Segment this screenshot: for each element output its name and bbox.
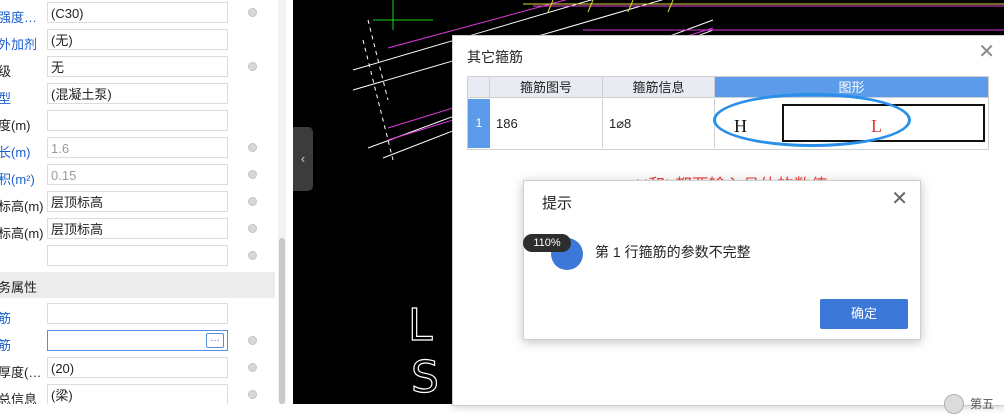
ok-button[interactable]: 确定	[820, 299, 908, 329]
lock-dot-icon[interactable]	[248, 170, 257, 179]
ellipsis-button[interactable]: …	[206, 333, 224, 348]
property-label: 型	[0, 91, 12, 106]
property-label: 外加剂	[0, 37, 38, 52]
property-label: 筋	[0, 311, 12, 326]
property-row[interactable]: 总信息 (梁)	[0, 384, 275, 404]
property-row[interactable]: 强度… (C30)	[0, 2, 275, 29]
property-row[interactable]: 厚度(… (20)	[0, 357, 275, 384]
property-value[interactable]: 无	[47, 56, 228, 77]
column-header[interactable]: 箍筋信息	[603, 77, 715, 98]
lock-dot-icon[interactable]	[248, 62, 257, 71]
zoom-badge: 110%	[523, 234, 571, 252]
section-title: 务属性	[0, 280, 38, 295]
property-value[interactable]	[47, 245, 228, 266]
lock-dot-icon[interactable]	[248, 143, 257, 152]
property-row[interactable]: 型 (混凝土泵)	[0, 83, 275, 110]
hint-message: 第 1 行箍筋的参数不完整	[595, 244, 751, 260]
property-label: 厚度(…	[0, 365, 42, 380]
highlight-ellipse	[713, 93, 911, 147]
property-row[interactable]: 长(m) 1.6	[0, 137, 275, 164]
dialog-title: 其它箍筋	[467, 49, 523, 65]
property-value[interactable]: 层顶标高	[47, 218, 228, 239]
property-row[interactable]: 筋 …	[0, 330, 275, 357]
corner-widget[interactable]: 第五	[944, 392, 1004, 414]
lock-dot-icon[interactable]	[248, 363, 257, 372]
property-label: 长(m)	[0, 145, 31, 160]
cad-text: L	[408, 300, 433, 351]
lock-dot-icon[interactable]	[248, 197, 257, 206]
cad-text: S	[411, 352, 439, 403]
close-icon[interactable]: ✕	[891, 189, 908, 209]
property-row[interactable]: 标高(m) 层顶标高	[0, 191, 275, 218]
property-value[interactable]	[47, 110, 228, 131]
property-row[interactable]: 积(m²) 0.15	[0, 164, 275, 191]
property-value[interactable]: (C30)	[47, 2, 228, 23]
avatar-icon	[944, 394, 964, 414]
property-value[interactable]: 层顶标高	[47, 191, 228, 212]
property-label: 标高(m)	[0, 199, 44, 214]
property-row[interactable]: 标高(m) 层顶标高	[0, 218, 275, 245]
property-value[interactable]: 0.15	[47, 164, 228, 185]
property-row[interactable]: 外加剂 (无)	[0, 29, 275, 56]
scrollbar-thumb[interactable]	[279, 238, 285, 404]
table-cell[interactable]: 1⌀8	[603, 99, 715, 148]
property-value[interactable]: (梁)	[47, 384, 228, 404]
property-row[interactable]	[0, 245, 275, 272]
property-value[interactable]	[47, 303, 228, 324]
property-value[interactable]: (无)	[47, 29, 228, 50]
column-header[interactable]: 箍筋图号	[490, 77, 603, 98]
property-panel: 强度… (C30) 外加剂 (无) 级 无 型 (混凝土泵) 度(m) 长(m)…	[0, 0, 293, 404]
panel-collapse-button[interactable]: ‹	[293, 127, 313, 191]
section-header[interactable]: 务属性	[0, 272, 275, 298]
close-icon[interactable]: ✕	[978, 42, 995, 62]
lock-dot-icon[interactable]	[248, 8, 257, 17]
panel-scrollbar[interactable]	[278, 0, 286, 404]
property-row[interactable]: 度(m)	[0, 110, 275, 137]
hint-title: 提示	[542, 195, 573, 212]
lock-dot-icon[interactable]	[248, 251, 257, 260]
property-label: 积(m²)	[0, 172, 35, 187]
lock-dot-icon[interactable]	[248, 390, 257, 399]
property-value[interactable]: (20)	[47, 357, 228, 378]
property-label: 总信息	[0, 392, 38, 404]
table-corner	[468, 77, 490, 98]
lock-dot-icon[interactable]	[248, 224, 257, 233]
stirrup-input[interactable]: …	[47, 330, 228, 351]
property-label: 强度…	[0, 10, 38, 25]
property-label: 级	[0, 64, 12, 79]
hint-dialog: 提示 ✕ 第 1 行箍筋的参数不完整 确定	[523, 180, 921, 340]
property-value[interactable]: (混凝土泵)	[47, 83, 228, 104]
row-number[interactable]: 1	[468, 99, 490, 148]
property-row[interactable]: 级 无	[0, 56, 275, 83]
property-label: 筋	[0, 338, 12, 353]
property-row[interactable]: 筋	[0, 303, 275, 330]
property-label: 标高(m)	[0, 226, 44, 241]
lock-dot-icon[interactable]	[248, 336, 257, 345]
table-cell[interactable]: 186	[490, 99, 603, 148]
property-label: 度(m)	[0, 118, 31, 133]
property-value[interactable]: 1.6	[47, 137, 228, 158]
